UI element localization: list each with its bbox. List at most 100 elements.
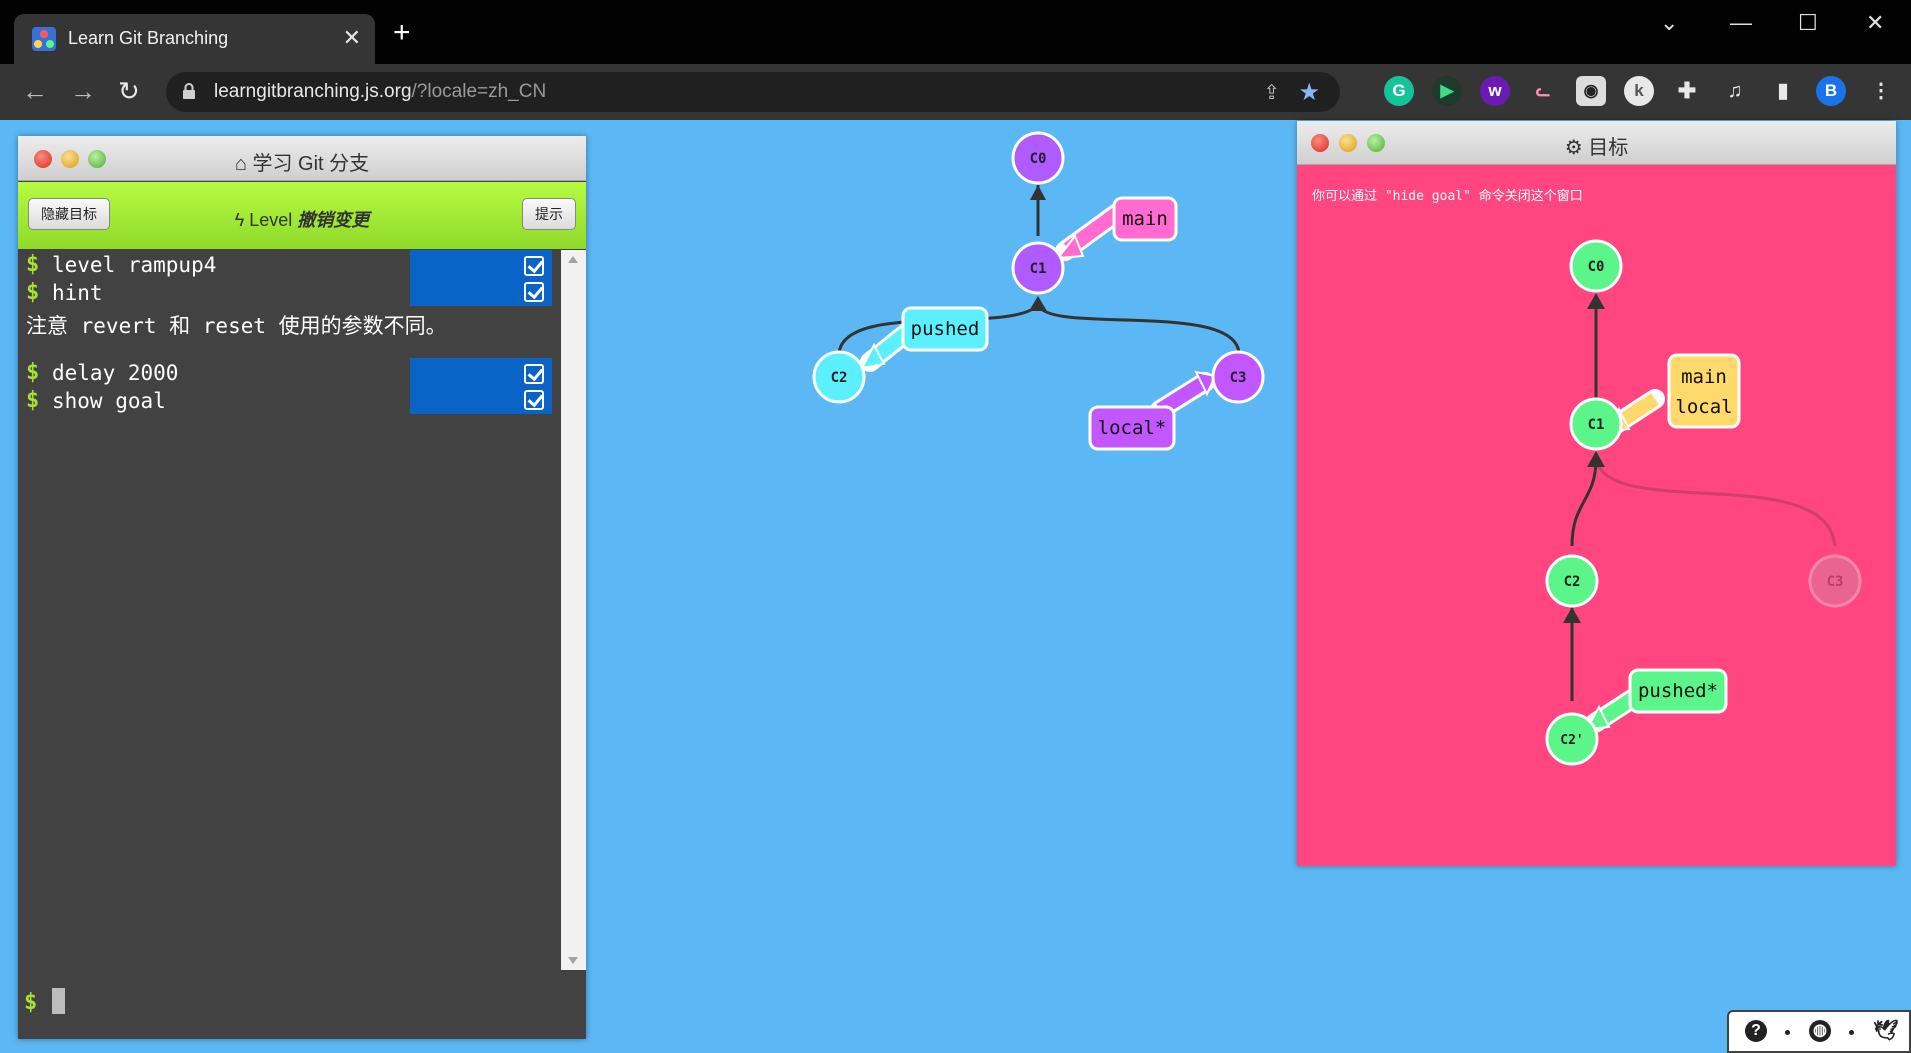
command-input[interactable]: $ (18, 986, 586, 1026)
command-history-scrollbar[interactable] (561, 250, 586, 970)
goal-commit-c2-prime: C2' (1545, 712, 1599, 766)
command-row: $ level rampup4 (18, 252, 561, 280)
media-icon[interactable]: ♫ (1720, 76, 1750, 106)
command-row: $ hint (18, 280, 561, 308)
level-bar: 隐藏目标 ϟ Level 撤销变更 提示 (18, 182, 586, 249)
edge-c3-c1 (1594, 458, 1837, 547)
commit-label: C1 (1030, 261, 1047, 277)
commit-c1[interactable]: C1 (1011, 241, 1065, 295)
w-extension-icon[interactable]: w (1480, 76, 1510, 106)
new-tab-icon[interactable]: + (393, 18, 411, 48)
url-text: learngitbranching.js.org/?locale=zh_CN (214, 81, 546, 103)
command-window-titlebar: ⌂ 学习 Git 分支 (18, 136, 586, 181)
tab-search-chevron-icon[interactable]: ⌄ (1660, 10, 1678, 36)
command-row: $ delay 2000 (18, 360, 561, 388)
scroll-down-icon[interactable] (568, 957, 578, 964)
k-extension-icon[interactable]: k (1624, 76, 1654, 106)
prompt-symbol: $ (26, 280, 40, 305)
browser-tab[interactable]: Learn Git Branching ✕ (14, 14, 375, 64)
commit-label: C2' (1560, 733, 1583, 748)
goal-window: ⚙ 目标 你可以通过 "hide goal" 命令关闭这个窗口 C0 C1 C2 (1297, 121, 1896, 866)
commit-label: C0 (1030, 151, 1047, 167)
separator-dot (1785, 1030, 1790, 1035)
branch-name: pushed* (1638, 680, 1718, 702)
close-window-icon[interactable]: ✕ (1866, 10, 1884, 36)
maximize-icon[interactable]: ☐ (1798, 10, 1818, 36)
url-host: learngitbranching.js.org (214, 81, 412, 102)
glasses-extension-icon[interactable]: ◉ (1576, 76, 1606, 106)
prompt-symbol: $ (24, 990, 38, 1015)
prompt-symbol: $ (26, 252, 40, 277)
checkmark-icon (524, 390, 544, 410)
command-history: $ level rampup4 $ hint 注意 revert 和 reset… (18, 250, 561, 970)
command-text: level rampup4 (52, 253, 217, 277)
forward-icon[interactable]: → (70, 76, 96, 107)
commit-label: C2 (1564, 574, 1581, 590)
twitter-icon[interactable]: 🕊 (1873, 1020, 1898, 1042)
profile-avatar[interactable]: B (1816, 76, 1846, 106)
commit-label: C3 (1827, 574, 1844, 590)
checkmark-icon (524, 364, 544, 384)
hint-text: 注意 revert 和 reset 使用的参数不同。 (26, 314, 447, 338)
arrowhead-c1 (1587, 451, 1605, 467)
share-icon[interactable]: ⇪ (1263, 80, 1280, 105)
browser-toolbar: ← → ↻ learngitbranching.js.org/?locale=z… (0, 64, 1911, 120)
commit-c2[interactable]: C2 (812, 350, 866, 404)
reload-icon[interactable]: ↻ (118, 76, 140, 107)
url-path: /?locale=zh_CN (411, 81, 547, 102)
arrowhead-c2 (1563, 607, 1581, 623)
minimize-icon[interactable]: — (1730, 10, 1752, 36)
prompt-symbol: $ (26, 360, 40, 385)
tab-close-icon[interactable]: ✕ (343, 25, 361, 51)
tab-title: Learn Git Branching (68, 28, 229, 48)
back-icon[interactable]: ← (22, 76, 48, 107)
commit-label: C3 (1230, 370, 1247, 386)
goal-commit-c1: C1 (1569, 397, 1623, 451)
goal-commit-c2: C2 (1545, 554, 1599, 608)
goal-branch-label-pushed: pushed* (1628, 668, 1728, 714)
goal-commit-c3-faded: C3 (1808, 554, 1862, 608)
globe-icon[interactable]: ◍ (1809, 1020, 1831, 1042)
goal-branch-label-main-local: main local (1667, 353, 1741, 429)
branch-name: local* (1098, 417, 1167, 439)
lightning-icon: ϟ (234, 210, 250, 230)
checkmark-icon (524, 282, 544, 302)
goal-commit-graph: C0 C1 C2 C3 C2' main local pushed* (1545, 239, 1862, 766)
commit-label: C2 (831, 370, 848, 386)
help-icon[interactable]: ? (1745, 1020, 1767, 1042)
arrowhead-c0 (1030, 185, 1046, 200)
goal-commit-c0: C0 (1569, 239, 1623, 293)
command-window-title: ⌂ 学习 Git 分支 (18, 147, 586, 176)
tab-strip: Learn Git Branching ✕ + ⌄ — ☐ ✕ (0, 0, 1911, 64)
footer-links: ? ◍ 🕊 (1727, 1010, 1911, 1053)
command-text: delay 2000 (52, 361, 179, 385)
arrowhead-c1 (1029, 296, 1047, 311)
commit-label: C0 (1588, 259, 1605, 275)
cat-extension-icon[interactable]: ᓚ (1528, 76, 1558, 106)
grammarly-icon[interactable]: G (1384, 76, 1414, 106)
commit-c3[interactable]: C3 (1211, 350, 1265, 404)
hint-button[interactable]: 提示 (522, 198, 576, 230)
command-row: $ show goal (18, 388, 561, 416)
commit-label: C1 (1588, 417, 1605, 433)
branch-name: main (1122, 208, 1168, 230)
prompt-symbol: $ (26, 388, 40, 413)
checkmark-icon (524, 256, 544, 276)
level-prefix: Level (249, 210, 293, 230)
commit-c0[interactable]: C0 (1011, 131, 1065, 185)
branch-label-main[interactable]: main (1112, 196, 1178, 242)
command-text: show goal (52, 389, 166, 413)
player-icon[interactable]: ▶ (1432, 76, 1462, 106)
command-window: ⌂ 学习 Git 分支 隐藏目标 ϟ Level 撤销变更 提示 $ level… (18, 136, 586, 1039)
more-menu-icon[interactable]: ⋮ (1866, 76, 1896, 106)
puzzle-icon[interactable]: ✚ (1672, 76, 1702, 106)
command-window-title-text: 学习 Git 分支 (252, 153, 370, 175)
branch-label-pushed[interactable]: pushed (901, 306, 989, 352)
branch-label-local[interactable]: local* (1088, 405, 1176, 451)
sidepanel-icon[interactable]: ▮ (1768, 76, 1798, 106)
address-bar[interactable]: learngitbranching.js.org/?locale=zh_CN ⇪… (166, 72, 1340, 112)
bookmark-star-icon[interactable]: ★ (1298, 78, 1320, 107)
level-name: 撤销变更 (297, 210, 370, 230)
level-label: ϟ Level 撤销变更 (18, 206, 586, 232)
scroll-up-icon[interactable] (568, 256, 578, 263)
